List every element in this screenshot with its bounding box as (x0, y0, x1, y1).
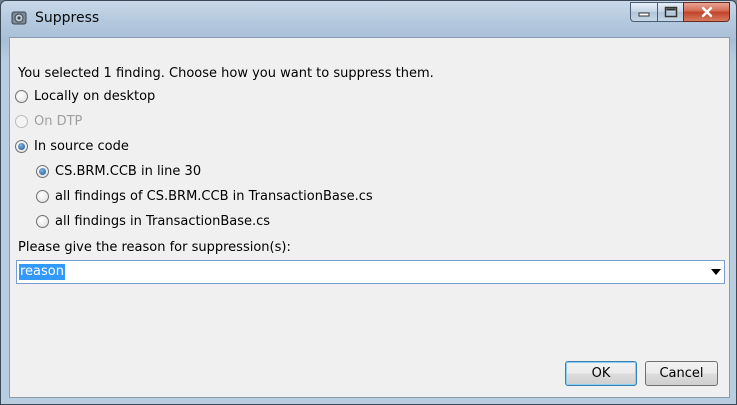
radio-line-finding[interactable]: CS.BRM.CCB in line 30 (36, 164, 201, 179)
app-icon (11, 11, 27, 25)
radio-in-source-code[interactable]: In source code (15, 139, 129, 154)
radio-label: On DTP (34, 114, 83, 129)
ok-button[interactable]: OK (565, 361, 637, 386)
radio-locally-on-desktop[interactable]: Locally on desktop (15, 89, 155, 104)
radio-button[interactable] (36, 190, 49, 203)
title-bar[interactable]: Suppress (1, 1, 736, 37)
prompt-text: You selected 1 finding. Choose how you w… (18, 66, 434, 81)
radio-all-in-file[interactable]: all findings in TransactionBase.cs (36, 214, 270, 229)
radio-label: Locally on desktop (34, 89, 156, 104)
radio-selected-dot (18, 143, 25, 150)
dialog-body: You selected 1 finding. Choose how you w… (9, 37, 730, 398)
reason-input-value[interactable]: reason (19, 264, 65, 280)
suppress-dialog-window: Suppress You selected 1 finding. Choose … (0, 0, 737, 405)
radio-on-dtp: On DTP (15, 114, 82, 129)
radio-label: all findings of CS.BRM.CCB in Transactio… (55, 189, 373, 204)
maximize-icon (664, 6, 677, 18)
caption-buttons (630, 2, 730, 22)
radio-label: CS.BRM.CCB in line 30 (55, 164, 202, 179)
radio-button[interactable] (36, 215, 49, 228)
radio-button (15, 115, 28, 128)
minimize-button[interactable] (630, 2, 657, 22)
window-title: Suppress (35, 10, 100, 26)
minimize-icon (638, 12, 650, 17)
dropdown-arrow-icon[interactable] (711, 269, 721, 275)
maximize-button[interactable] (657, 2, 683, 22)
reason-combobox[interactable]: reason (16, 260, 725, 284)
radio-button[interactable] (15, 90, 28, 103)
close-icon (701, 6, 712, 18)
radio-selected-dot (39, 168, 46, 175)
radio-button[interactable] (36, 165, 49, 178)
radio-button[interactable] (15, 140, 28, 153)
cancel-button[interactable]: Cancel (645, 361, 718, 386)
radio-rule-in-file[interactable]: all findings of CS.BRM.CCB in Transactio… (36, 189, 373, 204)
radio-label: all findings in TransactionBase.cs (55, 214, 271, 229)
reason-label: Please give the reason for suppression(s… (18, 240, 291, 255)
radio-label: In source code (34, 139, 129, 154)
close-button[interactable] (683, 2, 730, 22)
